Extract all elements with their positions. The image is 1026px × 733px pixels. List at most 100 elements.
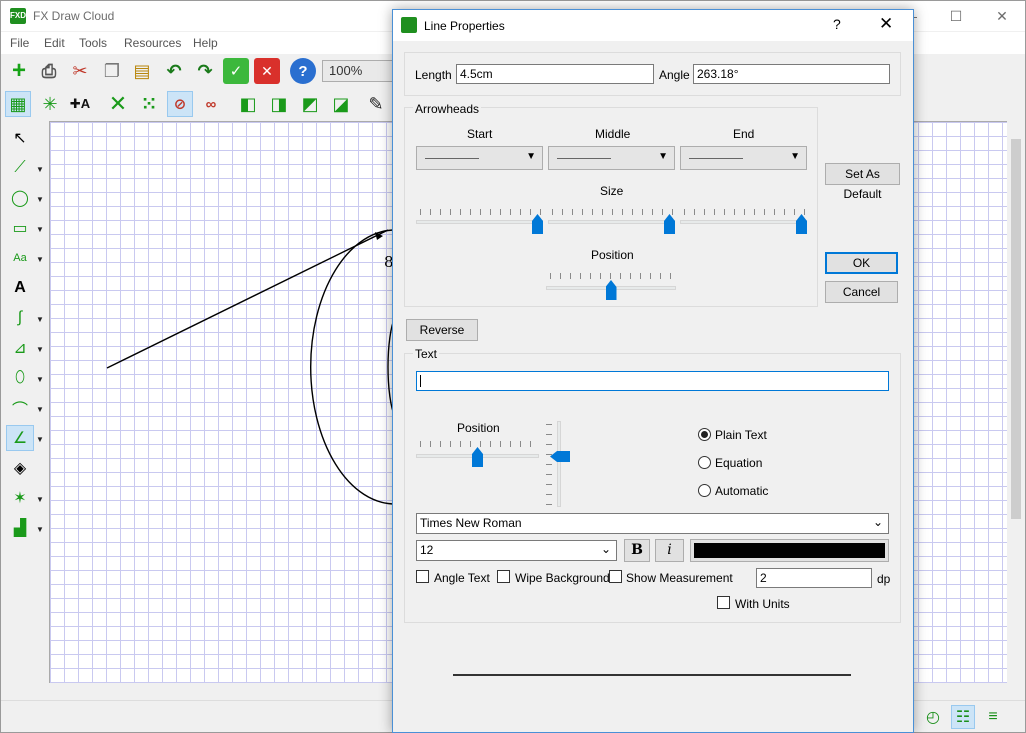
menu-tools[interactable]: Tools xyxy=(79,36,107,50)
decimal-places-field[interactable]: 2 xyxy=(756,568,872,588)
automatic-radio[interactable] xyxy=(698,484,711,497)
menu-file[interactable]: File xyxy=(10,36,29,50)
length-label: Length xyxy=(415,68,452,82)
size-start-slider[interactable] xyxy=(416,220,543,224)
wipe-background-checkbox[interactable] xyxy=(497,570,510,583)
reverse-button[interactable]: Reverse xyxy=(406,319,478,341)
arrow-position-ticks xyxy=(550,273,674,279)
chevron-down-icon[interactable]: ▼ xyxy=(36,225,44,234)
italic-button[interactable]: i xyxy=(655,539,684,562)
font-size-select[interactable]: 12 ⌄ xyxy=(416,540,617,561)
chevron-down-icon[interactable]: ▼ xyxy=(36,495,44,504)
angle-tool-icon[interactable]: ∠ xyxy=(6,425,34,451)
chevron-down-icon[interactable]: ▼ xyxy=(36,255,44,264)
line-text-input[interactable] xyxy=(416,371,889,391)
cut-icon[interactable]: ✂ xyxy=(67,58,93,84)
rectangle-tool-icon[interactable]: ▭ xyxy=(6,215,34,241)
line-tool-icon[interactable]: ⟋ xyxy=(6,155,34,181)
arc-tool-icon[interactable]: ⌒ xyxy=(6,395,34,421)
new-icon[interactable]: + xyxy=(6,57,32,84)
snap-infinite-icon[interactable]: ∞ xyxy=(198,91,224,117)
start-label: Start xyxy=(467,127,493,141)
menu-lines-icon[interactable]: ≡ xyxy=(981,705,1005,729)
maximize-button[interactable]: ☐ xyxy=(933,1,979,31)
bold-button[interactable]: B xyxy=(624,539,650,562)
zoom-select[interactable]: 100% xyxy=(322,60,394,82)
dialog-help-button[interactable]: ? xyxy=(833,16,841,32)
font-select[interactable]: Times New Roman ⌄ xyxy=(416,513,889,534)
print-icon[interactable]: ⎙ xyxy=(36,58,62,84)
end-arrow-select[interactable]: ▼ xyxy=(680,146,807,170)
plain-text-radio[interactable] xyxy=(698,428,711,441)
with-units-checkbox[interactable] xyxy=(717,596,730,609)
history-icon[interactable]: ◴ xyxy=(921,705,945,729)
intersect-tool-icon[interactable]: ✶ xyxy=(6,485,34,511)
math-text-tool-icon[interactable]: Aa xyxy=(6,245,34,271)
menu-help[interactable]: Help xyxy=(193,36,218,50)
grid-icon[interactable]: ▦ xyxy=(5,91,31,117)
text-offset-slider[interactable] xyxy=(557,421,561,507)
dialog-close-button[interactable]: ✕ xyxy=(879,14,893,34)
format-painter-icon[interactable]: ✎ xyxy=(363,91,389,117)
menu-edit[interactable]: Edit xyxy=(44,36,65,50)
chevron-down-icon[interactable]: ▼ xyxy=(36,525,44,534)
tool-palette: ↖ ⟋ ▼ ◯ ▼ ▭ ▼ Aa ▼ A ∫ ▼ ⊿ ▼ ⬯ ▼ ⌒ ▼ ∠ ▼ ◈ ✶ ▼ ▟ ▼ xyxy=(1,121,49,701)
chevron-down-icon[interactable]: ▼ xyxy=(36,375,44,384)
snap-line-icon[interactable]: ⊘ xyxy=(167,91,193,117)
middle-arrow-select[interactable]: ▼ xyxy=(548,146,675,170)
accept-icon[interactable]: ✓ xyxy=(223,58,249,84)
undo-icon[interactable]: ↶ xyxy=(161,58,187,84)
steps-tool-icon[interactable]: ▟ xyxy=(6,515,34,541)
end-label: End xyxy=(733,127,755,141)
length-field[interactable]: 4.5cm xyxy=(456,64,654,84)
size-end-slider[interactable] xyxy=(680,220,807,224)
cancel-button[interactable]: Cancel xyxy=(825,281,898,303)
snap-points-icon[interactable]: ⁙ xyxy=(136,91,162,117)
start-arrow-select[interactable]: ▼ xyxy=(416,146,543,170)
fill-tool-icon[interactable]: ◈ xyxy=(6,455,34,481)
bring-forward-icon[interactable]: ◩ xyxy=(297,91,323,117)
select-pointer-icon[interactable]: ↖ xyxy=(6,125,34,151)
automatic-label: Automatic xyxy=(715,484,769,498)
copy-icon[interactable]: ❐ xyxy=(99,58,125,84)
snap-cross-icon[interactable]: ✕ xyxy=(105,91,131,117)
text-group-label: Text xyxy=(413,347,440,361)
help-icon[interactable]: ? xyxy=(290,58,316,84)
close-button[interactable]: ✕ xyxy=(979,1,1025,31)
add-label-icon[interactable]: ✚A xyxy=(67,91,93,117)
paste-icon[interactable]: ▤ xyxy=(129,58,155,84)
send-backward-icon[interactable]: ◪ xyxy=(328,91,354,117)
scroll-thumb[interactable] xyxy=(1011,139,1021,519)
text-color-button[interactable] xyxy=(690,539,889,562)
chevron-down-icon[interactable]: ▼ xyxy=(36,195,44,204)
send-back-icon[interactable]: ◨ xyxy=(266,91,292,117)
chevron-down-icon[interactable]: ▼ xyxy=(36,315,44,324)
menu-resources[interactable]: Resources xyxy=(124,36,181,50)
reject-icon[interactable]: ✕ xyxy=(254,58,280,84)
chevron-down-icon[interactable]: ▼ xyxy=(36,405,44,414)
angle-text-checkbox[interactable] xyxy=(416,570,429,583)
chevron-down-icon[interactable]: ▼ xyxy=(36,345,44,354)
text-color-swatch xyxy=(694,543,885,558)
chevron-down-icon: ⌄ xyxy=(872,515,883,529)
ellipse-tool-icon[interactable]: ⬯ xyxy=(6,365,34,391)
vertical-scrollbar[interactable] xyxy=(1007,121,1025,683)
size-middle-slider[interactable] xyxy=(548,220,675,224)
text-tool-icon[interactable]: A xyxy=(6,275,34,301)
redo-icon[interactable]: ↷ xyxy=(192,58,218,84)
app-logo-icon: FXD xyxy=(10,8,26,24)
chevron-down-icon[interactable]: ▼ xyxy=(36,165,44,174)
set-as-default-button[interactable]: Set As Default xyxy=(825,163,900,201)
team-icon[interactable]: ☷ xyxy=(951,705,975,729)
circle-tool-icon[interactable]: ◯ xyxy=(6,185,34,211)
equation-radio[interactable] xyxy=(698,456,711,469)
ok-button[interactable]: OK xyxy=(825,252,898,274)
bring-front-icon[interactable]: ◧ xyxy=(235,91,261,117)
isometric-grid-icon[interactable]: ✳ xyxy=(37,91,63,117)
chevron-down-icon[interactable]: ▼ xyxy=(36,435,44,444)
polygon-tool-icon[interactable]: ⊿ xyxy=(6,335,34,361)
angle-field[interactable]: 263.18° xyxy=(693,64,890,84)
curve-tool-icon[interactable]: ∫ xyxy=(6,305,34,331)
text-caret xyxy=(420,375,421,387)
show-measurement-checkbox[interactable] xyxy=(609,570,622,583)
